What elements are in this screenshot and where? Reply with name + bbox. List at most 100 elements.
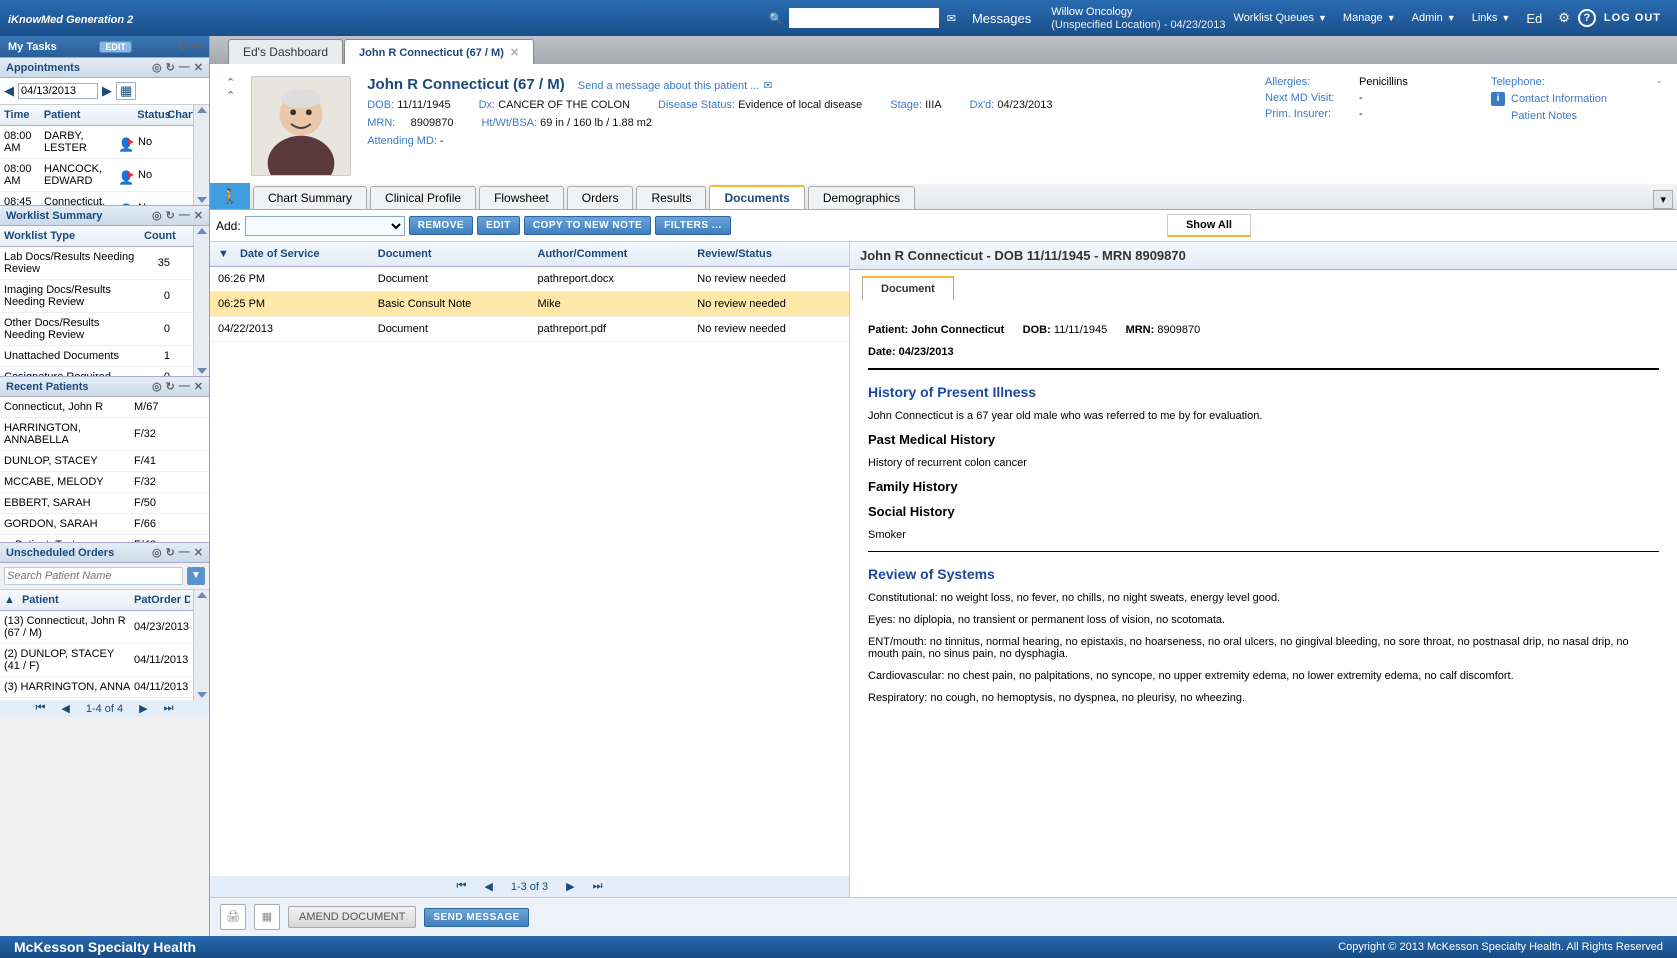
page-last[interactable]: ⏭ [164,702,174,715]
page-prev[interactable]: ◀ [61,702,69,715]
page-next[interactable]: ▶ [139,702,147,715]
send-message-link[interactable]: Send a message about this patient ...✉ [578,78,773,92]
messages-icon[interactable]: ✉ [947,12,956,25]
refresh-icon[interactable]: ↻ [166,209,175,222]
settings-icon[interactable]: ⚙ [1558,10,1570,26]
col-author-comment[interactable]: Author/Comment [530,242,690,266]
refresh-icon[interactable]: ↻ [166,546,175,559]
messages-link[interactable]: Messages [972,11,1031,26]
document-row[interactable]: 06:25 PMBasic Consult NoteMikeNo review … [210,292,849,317]
menu-admin[interactable]: Admin▼ [1412,12,1456,24]
document-row[interactable]: 04/22/2013Documentpathreport.pdfNo revie… [210,317,849,342]
forward-icon[interactable]: ↪ [192,40,201,53]
appointments-date-input[interactable] [18,83,98,99]
preview-body[interactable]: Patient: John Connecticut DOB: 11/11/194… [850,300,1677,897]
amend-document-button[interactable]: AMEND DOCUMENT [288,906,416,928]
page-prev[interactable]: ◀ [484,880,492,893]
page-next[interactable]: ▶ [566,880,574,893]
scrollbar[interactable] [193,105,209,205]
minimize-icon[interactable]: — [179,209,190,222]
close-icon[interactable]: ✕ [510,47,519,59]
show-all-tab[interactable]: Show All [1167,214,1251,237]
unscheduled-row[interactable]: (3) HARRINGTON, ANNABELLA (32 / F)04/11/… [0,677,209,698]
col-patient[interactable]: Patient [40,105,110,125]
appointments-header[interactable]: Appointments ◎↻—✕ [0,57,209,78]
tab-patient[interactable]: John R Connecticut (67 / M)✕ [344,39,534,64]
menu-user[interactable]: Ed [1526,11,1542,26]
recent-row[interactable]: DUNLOP, STACEYF/41 [0,451,209,472]
appointment-row[interactable]: 08:00 AMDARBY, LESTERNo [0,126,209,159]
recent-row[interactable]: HARRINGTON, ANNABELLAF/32 [0,418,209,451]
scrollbar[interactable] [193,590,209,700]
search-icon[interactable]: 🔍 [769,12,783,25]
subtab-flowsheet[interactable]: Flowsheet [479,186,564,209]
copy-to-new-note-button[interactable]: COPY TO NEW NOTE [524,216,651,235]
walk-icon[interactable]: 🚶 [210,183,250,209]
col-patient[interactable]: ▲ Patient [0,590,130,610]
worklist-row[interactable]: Imaging Docs/Results Needing Review0 [0,280,209,313]
logout-link[interactable]: LOG OUT [1604,12,1661,24]
close-icon[interactable]: ✕ [194,209,203,222]
subtab-orders[interactable]: Orders [567,186,634,209]
global-search-input[interactable] [789,8,939,28]
minimize-icon[interactable]: — [179,61,190,74]
target-icon[interactable]: ◎ [152,546,162,559]
recent-header[interactable]: Recent Patients ◎↻—✕ [0,376,209,397]
close-icon[interactable]: ✕ [194,380,203,393]
recent-row[interactable]: MCCABE, MELODYF/32 [0,472,209,493]
subtab-documents[interactable]: Documents [709,185,804,209]
col-document[interactable]: Document [370,242,530,266]
subtab-overflow[interactable]: ▾ [1653,190,1673,209]
refresh-icon[interactable]: ↻ [166,61,175,74]
menu-worklist-queues[interactable]: Worklist Queues▼ [1234,12,1327,24]
filters-button[interactable]: FILTERS ... [655,216,731,235]
col-count[interactable]: Count [140,226,180,246]
worklist-row[interactable]: Cosignature Required0 [0,367,209,376]
tab-dashboard[interactable]: Ed's Dashboard [228,39,343,64]
minimize-icon[interactable]: — [179,546,190,559]
filter-icon[interactable]: ▼ [187,567,205,585]
worklist-row[interactable]: Unattached Documents1 [0,346,209,367]
unscheduled-search-input[interactable] [4,567,183,585]
col-date-of-service[interactable]: ▼ Date of Service [210,242,370,266]
col-worklist-type[interactable]: Worklist Type [0,226,140,246]
org-context[interactable]: Willow Oncology (Unspecified Location) -… [1051,4,1225,32]
worklist-row[interactable]: Other Docs/Results Needing Review0 [0,313,209,346]
target-icon[interactable]: ◎ [152,380,162,393]
scrollbar[interactable] [193,226,209,376]
send-message-button[interactable]: SEND MESSAGE [424,908,529,927]
help-icon[interactable]: ? [1578,9,1596,27]
minimize-icon[interactable]: — [179,380,190,393]
close-icon[interactable]: ✕ [194,546,203,559]
recent-row[interactable]: Connecticut, John RM/67 [0,397,209,418]
page-first[interactable]: ⏮ [456,880,466,893]
target-icon[interactable]: ◎ [152,209,162,222]
edit-button[interactable]: EDIT [477,216,520,235]
calendar-icon[interactable]: ▦ [116,82,136,100]
subtab-results[interactable]: Results [636,186,706,209]
unscheduled-header[interactable]: Unscheduled Orders ◎↻—✕ [0,542,209,563]
my-tasks-edit-button[interactable]: EDIT [99,41,132,53]
date-prev[interactable]: ◀ [4,83,14,99]
recent-row[interactable]: zzPatient, TestF/48 [0,535,209,542]
patient-notes-link[interactable]: Patient Notes [1491,110,1661,122]
refresh-icon[interactable]: ↻ [179,40,188,53]
date-next[interactable]: ▶ [102,83,112,99]
contact-info-link[interactable]: iContact Information [1491,92,1661,106]
col-review-status[interactable]: Review/Status [689,242,849,266]
remove-button[interactable]: REMOVE [409,216,473,235]
recent-row[interactable]: GORDON, SARAHF/66 [0,514,209,535]
target-icon[interactable]: ◎ [152,61,162,74]
close-icon[interactable]: ✕ [194,61,203,74]
col-time[interactable]: Time [0,105,40,125]
col-order-date[interactable]: PatOrder Date [130,590,190,610]
subtab-chart-summary[interactable]: Chart Summary [253,186,367,209]
menu-links[interactable]: Links▼ [1472,12,1511,24]
subtab-demographics[interactable]: Demographics [808,186,915,209]
page-last[interactable]: ⏭ [593,880,603,893]
menu-manage[interactable]: Manage▼ [1343,12,1396,24]
add-document-select[interactable] [245,216,405,236]
subtab-clinical-profile[interactable]: Clinical Profile [370,186,476,209]
appointment-row[interactable]: 08:00 AMHANCOCK, EDWARDNo [0,159,209,192]
recent-row[interactable]: EBBERT, SARAHF/50 [0,493,209,514]
